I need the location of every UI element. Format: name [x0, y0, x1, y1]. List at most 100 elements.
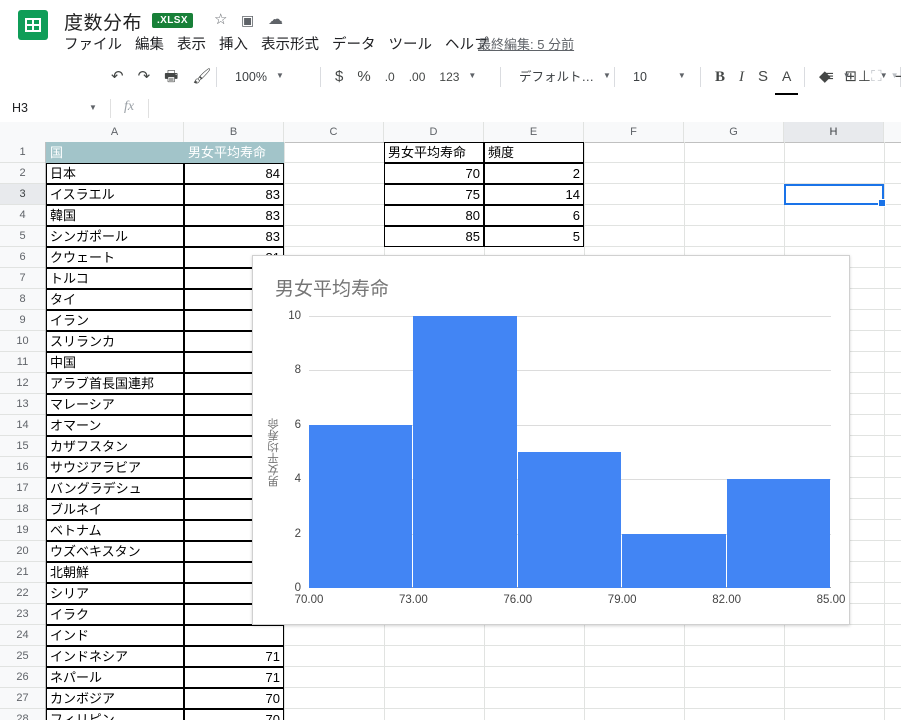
row-header-12[interactable]: 12	[0, 373, 45, 394]
cell-b1[interactable]: 男女平均寿命	[184, 142, 284, 163]
table-row[interactable]: 2	[484, 163, 584, 184]
row-header-4[interactable]: 4	[0, 205, 45, 226]
chevron-down-icon[interactable]: ▼	[468, 71, 476, 80]
row-header-5[interactable]: 5	[0, 226, 45, 247]
menu-item-format[interactable]: 表示形式	[261, 37, 319, 53]
table-row[interactable]: 中国	[46, 352, 184, 373]
zoom-selector[interactable]: 100%	[228, 60, 274, 94]
move-to-folder-icon[interactable]: ▣	[241, 12, 254, 28]
table-row[interactable]: オマーン	[46, 415, 184, 436]
valign-icon[interactable]: ⊥	[851, 60, 878, 94]
row-header-6[interactable]: 6	[0, 247, 45, 268]
table-row[interactable]: 83	[184, 205, 284, 226]
chevron-down-icon[interactable]: ▼	[603, 71, 611, 80]
table-row[interactable]: 70	[184, 688, 284, 709]
cell-e1[interactable]: 頻度	[484, 142, 584, 163]
table-row[interactable]: イラク	[46, 604, 184, 625]
table-row[interactable]: イラン	[46, 310, 184, 331]
table-row[interactable]	[184, 625, 284, 646]
table-row[interactable]: 70	[184, 709, 284, 720]
redo-icon[interactable]: ↷	[131, 60, 158, 94]
chevron-down-icon[interactable]: ▼	[276, 71, 284, 80]
table-row[interactable]: バングラデシュ	[46, 478, 184, 499]
table-row[interactable]: マレーシア	[46, 394, 184, 415]
table-row[interactable]: イスラエル	[46, 184, 184, 205]
more-formats-button[interactable]: 123	[432, 60, 466, 94]
row-header-22[interactable]: 22	[0, 583, 45, 604]
row-header-25[interactable]: 25	[0, 646, 45, 667]
table-row[interactable]: スリランカ	[46, 331, 184, 352]
menu-item-insert[interactable]: 挿入	[219, 37, 248, 53]
table-row[interactable]: フィリピン	[46, 709, 184, 720]
chart-bar[interactable]	[413, 316, 517, 588]
chart-bar[interactable]	[622, 533, 726, 588]
column-header-c[interactable]: C	[284, 122, 384, 142]
row-header-10[interactable]: 10	[0, 331, 45, 352]
halign-icon[interactable]: ≡	[818, 60, 841, 94]
table-row[interactable]: クウェート	[46, 247, 184, 268]
cell-a1[interactable]: 国	[46, 142, 184, 163]
chevron-down-icon[interactable]: ▼	[678, 71, 686, 80]
row-header-2[interactable]: 2	[0, 163, 45, 184]
row-header-7[interactable]: 7	[0, 268, 45, 289]
chart-bar[interactable]	[517, 452, 622, 588]
currency-format-button[interactable]: $	[328, 60, 350, 94]
decrease-decimal-button[interactable]: .0	[378, 60, 402, 94]
column-header-a[interactable]: A	[46, 122, 184, 142]
row-header-1[interactable]: 1	[0, 142, 45, 163]
undo-icon[interactable]: ↶	[104, 60, 131, 94]
column-header-f[interactable]: F	[584, 122, 684, 142]
table-row[interactable]: 71	[184, 667, 284, 688]
paint-format-icon[interactable]: 🖌	[185, 60, 218, 94]
chevron-down-icon[interactable]: ▼	[89, 103, 97, 112]
table-row[interactable]: インド	[46, 625, 184, 646]
row-header-27[interactable]: 27	[0, 688, 45, 709]
text-color-button[interactable]: A	[775, 59, 799, 96]
row-header-13[interactable]: 13	[0, 394, 45, 415]
chart-bar[interactable]	[726, 479, 830, 588]
cell-d1[interactable]: 男女平均寿命	[384, 142, 484, 163]
table-row[interactable]: 6	[484, 205, 584, 226]
table-row[interactable]: 北朝鮮	[46, 562, 184, 583]
table-row[interactable]: 84	[184, 163, 284, 184]
column-header-h[interactable]: H	[784, 122, 884, 142]
row-header-20[interactable]: 20	[0, 541, 45, 562]
table-row[interactable]: カザフスタン	[46, 436, 184, 457]
bold-button[interactable]: B	[708, 60, 732, 94]
column-header-d[interactable]: D	[384, 122, 484, 142]
row-header-9[interactable]: 9	[0, 310, 45, 331]
row-header-19[interactable]: 19	[0, 520, 45, 541]
table-row[interactable]: 14	[484, 184, 584, 205]
table-row[interactable]: 75	[384, 184, 484, 205]
table-row[interactable]: シンガポール	[46, 226, 184, 247]
menu-item-tools[interactable]: ツール	[389, 37, 433, 53]
table-row[interactable]: シリア	[46, 583, 184, 604]
table-row[interactable]: タイ	[46, 289, 184, 310]
table-row[interactable]: トルコ	[46, 268, 184, 289]
font-family-selector[interactable]: デフォルト…	[512, 60, 601, 94]
row-header-23[interactable]: 23	[0, 604, 45, 625]
menu-item-data[interactable]: データ	[332, 37, 376, 53]
chart-bar[interactable]	[309, 424, 413, 588]
chevron-down-icon[interactable]: ▼	[880, 71, 888, 80]
table-row[interactable]: ブルネイ	[46, 499, 184, 520]
table-row[interactable]: 71	[184, 646, 284, 667]
table-row[interactable]: 80	[384, 205, 484, 226]
strikethrough-button[interactable]: S	[751, 60, 775, 94]
table-row[interactable]: 5	[484, 226, 584, 247]
table-row[interactable]: 日本	[46, 163, 184, 184]
row-header-14[interactable]: 14	[0, 415, 45, 436]
row-header-26[interactable]: 26	[0, 667, 45, 688]
row-header-21[interactable]: 21	[0, 562, 45, 583]
table-row[interactable]: ウズベキスタン	[46, 541, 184, 562]
table-row[interactable]: インドネシア	[46, 646, 184, 667]
chevron-down-icon[interactable]: ▼	[843, 71, 851, 80]
row-header-15[interactable]: 15	[0, 436, 45, 457]
document-title[interactable]: 度数分布	[64, 8, 142, 35]
table-row[interactable]: サウジアラビア	[46, 457, 184, 478]
font-size-selector[interactable]: 10	[626, 60, 654, 94]
italic-button[interactable]: I	[732, 60, 751, 94]
last-edit-status[interactable]: 最終編集: 5 分前	[478, 34, 574, 53]
row-header-11[interactable]: 11	[0, 352, 45, 373]
histogram-chart[interactable]: 男女平均寿命 男女平均寿命 0 2 4 6 8 10 70.00 73.00 76.00 79.…	[252, 255, 850, 625]
